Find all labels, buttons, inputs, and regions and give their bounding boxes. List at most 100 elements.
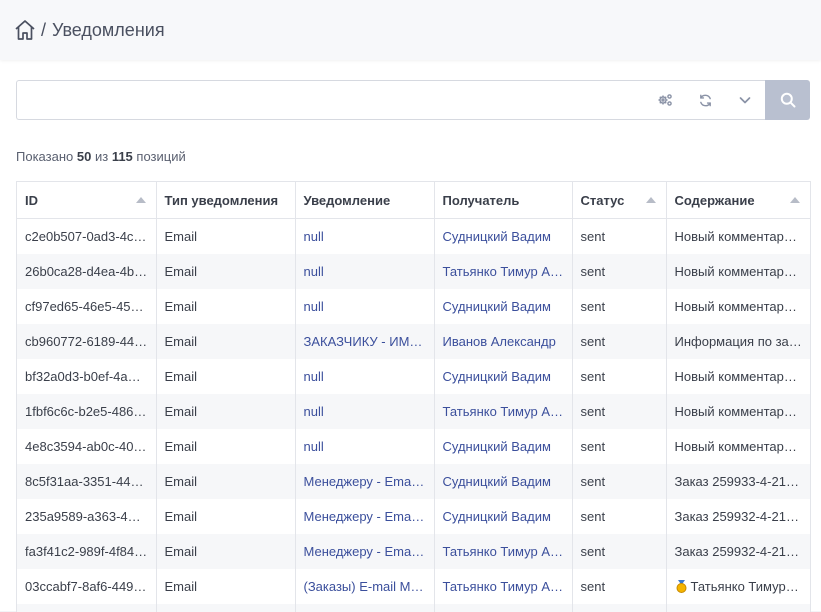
column-header-type[interactable]: Тип уведомления bbox=[156, 182, 295, 219]
table-row[interactable]: cf97ed65-46e5-45d…EmailnullСудницкий Вад… bbox=[17, 289, 810, 324]
cell-text: sent bbox=[581, 544, 606, 559]
search-input[interactable] bbox=[17, 82, 645, 118]
cell-notification-link[interactable]: null bbox=[295, 429, 434, 464]
cell-notification-link[interactable]: Менеджеру - Email… bbox=[295, 499, 434, 534]
cell-recipient-link[interactable]: Судницкий Вадим bbox=[434, 289, 572, 324]
home-icon[interactable] bbox=[14, 19, 36, 41]
cell-recipient-link[interactable]: Судницкий Вадим bbox=[434, 359, 572, 394]
column-header-status[interactable]: Статус bbox=[572, 182, 666, 219]
cell-recipient-link[interactable]: Иванов Александр bbox=[434, 324, 572, 359]
cell-id: 235a9589-a363-41… bbox=[17, 499, 156, 534]
cell-notification-link[interactable]: null bbox=[295, 219, 434, 255]
column-label: ID bbox=[25, 193, 38, 208]
cell-text: null bbox=[304, 264, 324, 279]
cell-recipient-link[interactable]: Татьянко Тимур А… bbox=[434, 394, 572, 429]
cell-recipient-link[interactable]: Судницкий Вадим bbox=[434, 499, 572, 534]
cell-id: 26b0ca28-d4ea-4b… bbox=[17, 254, 156, 289]
column-header-id[interactable]: ID bbox=[17, 182, 156, 219]
cell-recipient-link[interactable]: Татьянко Тимур А… bbox=[434, 254, 572, 289]
cell-notification-link[interactable]: Менеджеру - Email… bbox=[295, 534, 434, 569]
table-row[interactable]: 235a9589-a363-41…EmailМенеджеру - Email…… bbox=[17, 499, 810, 534]
table-row[interactable]: cb960772-6189-44…EmailЗАКАЗЧИКУ - ИМ…Ива… bbox=[17, 324, 810, 359]
sort-arrow-icon[interactable] bbox=[646, 197, 656, 203]
table-row[interactable]: bf32a0d3-b0ef-4a5… Email null Судницкий Вад… bbox=[17, 359, 810, 394]
table-row[interactable]: 8c5f31aa-3351-444… EmailМенеджеру - Email… bbox=[17, 464, 810, 499]
cell-status: sent bbox=[572, 429, 666, 464]
cell-text: Email bbox=[165, 264, 198, 279]
table-body: c2e0b507-0ad3-4cf…EmailnullСудницкий Вад… bbox=[17, 219, 810, 612]
cell-content: Заказ 259932-4-21 … bbox=[666, 534, 810, 569]
column-header-content[interactable]: Содержание bbox=[666, 182, 810, 219]
cell-notification-link[interactable]: null bbox=[295, 359, 434, 394]
cell-text: sent bbox=[581, 474, 606, 489]
cell-notification-link[interactable]: null bbox=[295, 289, 434, 324]
search-icon bbox=[780, 92, 796, 108]
table-row[interactable]: c2e0b507-0ad3-4cf…EmailnullСудницкий Вад… bbox=[17, 219, 810, 255]
cell-status: sent bbox=[572, 464, 666, 499]
cell-text: bf32a0d3-b0ef-4a5… bbox=[25, 369, 148, 384]
cell-recipient-link[interactable]: Судницкий Вадим bbox=[434, 464, 572, 499]
cell-text: null bbox=[304, 439, 324, 454]
cell-text: Email bbox=[165, 404, 198, 419]
settings-gears-icon[interactable] bbox=[645, 81, 685, 119]
cell-text: Судницкий Вадим bbox=[443, 509, 551, 524]
cell-type: Email bbox=[156, 394, 295, 429]
cell-recipient-link[interactable]: Судницкий Вадим bbox=[434, 219, 572, 255]
main-content: Показано 50 из 115 позиций ID Тип уведом… bbox=[0, 60, 821, 611]
cell-text: Информация по за… bbox=[675, 334, 802, 349]
cell-type: Email bbox=[156, 254, 295, 289]
cell-type: Email bbox=[156, 534, 295, 569]
column-header-notification[interactable]: Уведомление bbox=[295, 182, 434, 219]
table-row[interactable]: fa3f41c2-989f-4f84…EmailМенеджеру - Emai… bbox=[17, 534, 810, 569]
cell-text: Email bbox=[165, 369, 198, 384]
cell-recipient-link[interactable]: Татьянко Тимур А… bbox=[434, 569, 572, 604]
cell-notification-link[interactable]: Менеджеру - Email… bbox=[295, 464, 434, 499]
cell-id: 1fbf6c6c-b2e5-486… bbox=[17, 394, 156, 429]
cell-notification-link[interactable]: null bbox=[295, 394, 434, 429]
cell-text: sent bbox=[581, 264, 606, 279]
column-header-recipient[interactable]: Получатель bbox=[434, 182, 572, 219]
cell-text: 26b0ca28-d4ea-4b… bbox=[25, 264, 147, 279]
cell-text: sent bbox=[581, 369, 606, 384]
cell-recipient-link[interactable]: Судницкий Вадим bbox=[434, 429, 572, 464]
cell-text: Татьянко Тимур А… bbox=[443, 264, 564, 279]
sort-arrow-icon[interactable] bbox=[136, 197, 146, 203]
cell-text: Судницкий Вадим bbox=[443, 369, 551, 384]
chevron-down-icon[interactable] bbox=[725, 81, 765, 119]
column-label: Уведомление bbox=[304, 193, 391, 208]
cell-content: Новый комментар… bbox=[666, 219, 810, 255]
cell-text: Новый комментар… bbox=[675, 439, 797, 454]
cell-text: c2e0b507-0ad3-4cf… bbox=[25, 229, 150, 244]
cell-notification-link[interactable]: ЗАКАЗЧИКУ - ИМ… bbox=[295, 324, 434, 359]
cell-type: Email bbox=[156, 464, 295, 499]
cell-notification-link[interactable]: (Заказы) E-mail M… bbox=[295, 569, 434, 604]
cell-text: Татьянко Тимур… bbox=[691, 579, 799, 594]
cell-status: sent bbox=[572, 569, 666, 604]
cell-text: 1fbf6c6c-b2e5-486… bbox=[25, 404, 146, 419]
cell-notification-link[interactable]: null bbox=[295, 254, 434, 289]
column-label: Получатель bbox=[443, 193, 520, 208]
table-row[interactable]: 4e8c3594-ab0c-40…EmailnullСудницкий Вади… bbox=[17, 429, 810, 464]
notifications-table-wrapper: ID Тип уведомления Уведомление Получател… bbox=[16, 181, 811, 612]
cell-text: Новый комментар… bbox=[675, 229, 797, 244]
cell-content: Новый комментар… bbox=[666, 359, 810, 394]
refresh-icon[interactable] bbox=[685, 81, 725, 119]
cell-text: Email bbox=[165, 544, 198, 559]
cell-text: 8c5f31aa-3351-444… bbox=[25, 474, 151, 489]
cell-recipient-link[interactable]: Татьянко Тимур А… bbox=[434, 534, 572, 569]
cell-id: 03ccabf7-8af6-449… bbox=[17, 569, 156, 604]
table-row[interactable]: 03ccabf7-8af6-449… Email (Заказы) E-mail M… bbox=[17, 569, 810, 604]
cell-id: 4e8c3594-ab0c-40… bbox=[17, 429, 156, 464]
summary-total: 115 bbox=[112, 149, 133, 164]
search-button[interactable] bbox=[765, 80, 810, 120]
table-row[interactable]: 1fbf6c6c-b2e5-486… Email nullТатьянко Тиму… bbox=[17, 394, 810, 429]
table-row[interactable]: 26b0ca28-d4ea-4b… Email null Татьянко Тимур… bbox=[17, 254, 810, 289]
cell-type: Email bbox=[156, 499, 295, 534]
summary-shown: 50 bbox=[77, 149, 91, 164]
cell-content: Новый комментар… bbox=[666, 394, 810, 429]
sort-arrow-icon[interactable] bbox=[790, 197, 800, 203]
cell-id: bf32a0d3-b0ef-4a5… bbox=[17, 359, 156, 394]
cell-text: Email bbox=[165, 579, 198, 594]
summary-suffix: позиций bbox=[136, 149, 185, 164]
cell-text: sent bbox=[581, 579, 606, 594]
